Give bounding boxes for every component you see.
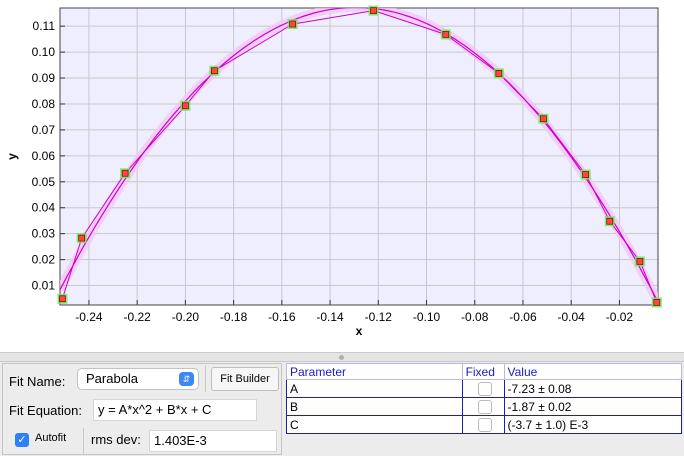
y-tick-label: 0.07 xyxy=(32,123,56,137)
data-point[interactable] xyxy=(370,7,377,14)
fit-window: -0.24 -0.22 -0.20 -0.18 -0.16 -0.14 -0.12 -0.10… xyxy=(0,0,684,456)
fit-equation-label: Fit Equation: xyxy=(9,402,82,418)
fit-name-select[interactable]: Parabola ⇵ xyxy=(77,368,199,390)
y-tick-label: 0.03 xyxy=(32,227,56,241)
autofit-checkbox[interactable]: ✓ xyxy=(15,433,29,447)
fixed-cell xyxy=(461,379,505,398)
parameter-name: C xyxy=(286,415,463,434)
y-tick-label: 0.05 xyxy=(32,175,56,189)
parameter-name: A xyxy=(286,379,463,398)
data-point[interactable] xyxy=(442,31,450,38)
x-tick-label: -0.06 xyxy=(509,310,537,324)
x-tick-label: -0.20 xyxy=(172,310,200,324)
y-tick-label: 0.09 xyxy=(32,71,56,85)
parameter-value[interactable]: (-3.7 ± 1.0) E-3 xyxy=(503,415,683,434)
fit-name-value: Parabola xyxy=(86,371,139,386)
fixed-cell xyxy=(461,415,505,434)
fixed-checkbox[interactable] xyxy=(477,399,492,414)
divider xyxy=(83,428,84,454)
data-point[interactable] xyxy=(653,299,661,306)
x-tick-label: -0.10 xyxy=(413,310,441,324)
data-point[interactable] xyxy=(540,115,547,123)
data-point[interactable] xyxy=(636,258,644,265)
fixed-checkbox[interactable] xyxy=(477,417,492,432)
data-point[interactable] xyxy=(182,102,189,110)
parameter-name: B xyxy=(286,397,463,416)
fixed-checkbox[interactable] xyxy=(477,381,492,396)
rms-dev-field: 1.403E-3 xyxy=(149,430,277,452)
data-point[interactable] xyxy=(582,171,590,178)
y-tick-label: 0.11 xyxy=(33,19,56,33)
y-tick-label: 0.04 xyxy=(32,201,56,215)
divider xyxy=(205,366,206,392)
y-tick-label: 0.01 xyxy=(32,279,56,293)
splitter-grip[interactable] xyxy=(339,355,344,360)
fixed-column-header[interactable]: Fixed xyxy=(461,363,505,380)
data-point[interactable] xyxy=(121,169,129,177)
y-tick-label: 0.06 xyxy=(32,149,56,163)
data-point[interactable] xyxy=(289,20,297,28)
x-tick-label: -0.18 xyxy=(220,310,248,324)
y-tick-label: 0.08 xyxy=(32,97,56,111)
fit-controls-area: Fit Name: Parabola ⇵ Fit Builder Fit Equ… xyxy=(0,362,684,456)
fit-name-label: Fit Name: xyxy=(9,373,66,389)
table-row[interactable]: C (-3.7 ± 1.0) E-3 xyxy=(286,415,683,434)
x-tick-label: -0.02 xyxy=(606,310,634,324)
fit-builder-button[interactable]: Fit Builder xyxy=(211,367,279,391)
parameter-column-header[interactable]: Parameter xyxy=(286,363,463,380)
parameter-value[interactable]: -7.23 ± 0.08 xyxy=(503,379,683,398)
y-tick-label: 0.02 xyxy=(32,253,56,267)
data-point[interactable] xyxy=(210,67,218,75)
x-axis-title: x xyxy=(356,324,363,338)
table-row[interactable]: B -1.87 ± 0.02 xyxy=(286,397,683,416)
fit-equation-field[interactable]: y = A*x^2 + B*x + C xyxy=(93,399,257,421)
x-tick-label: -0.24 xyxy=(75,310,103,324)
panel-splitter[interactable] xyxy=(0,352,684,362)
x-tick-label: -0.14 xyxy=(316,310,344,324)
fit-settings-panel: Fit Name: Parabola ⇵ Fit Builder Fit Equ… xyxy=(2,363,282,455)
x-tick-label: -0.16 xyxy=(268,310,296,324)
rms-dev-label: rms dev: xyxy=(91,432,141,447)
autofit-label[interactable]: Autofit xyxy=(35,432,66,444)
table-row[interactable]: A -7.23 ± 0.08 xyxy=(286,379,683,398)
parameter-value[interactable]: -1.87 ± 0.02 xyxy=(503,397,683,416)
table-header-row: Parameter Fixed Value xyxy=(286,363,683,380)
data-point[interactable] xyxy=(495,70,503,77)
plot-area[interactable]: -0.24 -0.22 -0.20 -0.18 -0.16 -0.14 -0.12 -0.10… xyxy=(0,0,684,352)
data-point[interactable] xyxy=(606,217,614,225)
x-tick-label: -0.04 xyxy=(558,310,586,324)
y-tick-label: 0.10 xyxy=(32,45,56,59)
equation-row: Fit Equation: xyxy=(3,395,82,425)
y-axis-title: y xyxy=(5,153,19,160)
fixed-cell xyxy=(461,397,505,416)
value-column-header[interactable]: Value xyxy=(503,363,683,380)
data-point[interactable] xyxy=(59,295,66,303)
fit-plot[interactable]: -0.24 -0.22 -0.20 -0.18 -0.16 -0.14 -0.12 -0.10… xyxy=(0,0,684,352)
x-tick-label: -0.12 xyxy=(365,310,393,324)
chevron-updown-icon: ⇵ xyxy=(179,372,194,386)
x-tick-label: -0.22 xyxy=(123,310,151,324)
fit-name-row: Fit Name: xyxy=(3,366,65,396)
parameter-table: Parameter Fixed Value A -7.23 ± 0.08 B -… xyxy=(286,363,683,434)
data-point[interactable] xyxy=(78,234,86,242)
x-tick-label: -0.08 xyxy=(461,310,489,324)
